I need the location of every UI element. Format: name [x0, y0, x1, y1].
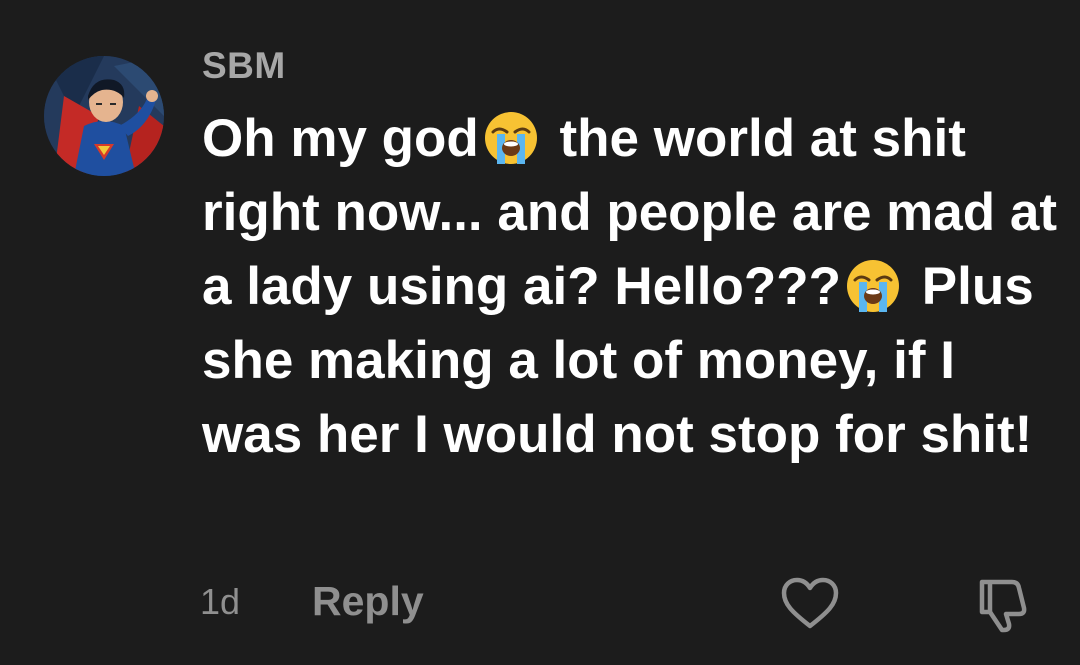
dislike-button[interactable] [974, 574, 1036, 634]
like-button[interactable] [780, 576, 840, 630]
loudly-crying-face-icon [845, 258, 901, 314]
comment-age: 1d [200, 581, 241, 622]
comment-text-part: Oh my god [202, 109, 479, 168]
comment: SBM Oh my god the world at shit right no… [0, 0, 1080, 665]
heart-icon [781, 577, 839, 629]
comment-footer: 1d Reply [0, 570, 1080, 634]
loudly-crying-face-icon [483, 110, 539, 166]
username[interactable]: SBM [202, 44, 286, 88]
avatar[interactable] [44, 56, 164, 176]
reply-button[interactable]: Reply [312, 578, 424, 624]
comment-text: Oh my god the world at shit right now...… [202, 102, 1062, 472]
thumbs-down-icon [979, 579, 1027, 633]
